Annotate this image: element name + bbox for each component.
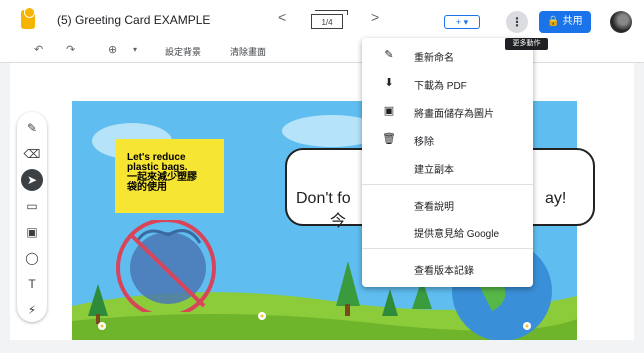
laser-icon[interactable]: ⚡ — [17, 300, 47, 320]
menu-item-remove[interactable]: 🗑 移除 — [362, 128, 533, 150]
sticky-note-text: Let's reduce plastic bags. 一起來減少塑膠 袋的使用 — [127, 152, 197, 193]
sticky-note-icon[interactable]: ▭ — [17, 196, 47, 216]
speech-bubble-text: Don't fo — [296, 190, 351, 207]
menu-item-help[interactable]: 查看說明 — [362, 193, 533, 215]
document-title[interactable]: (5) Greeting Card EXAMPLE — [57, 13, 210, 27]
more-actions-tooltip: 更多動作 — [505, 38, 548, 50]
menu-item-label: 查看版本記錄 — [414, 266, 474, 277]
menu-item-label: 移除 — [414, 137, 434, 148]
page-indicator[interactable]: 1/4 — [311, 10, 348, 29]
menu-divider — [362, 248, 533, 249]
menu-item-download-pdf[interactable]: ⬇ 下載為 PDF — [362, 72, 533, 94]
jamboard-logo-icon — [21, 7, 35, 29]
menu-item-label: 查看說明 — [414, 202, 454, 213]
tool-palette: ✎ ⌫ ➤ ▭ ▣ ◯ T ⚡ — [17, 112, 47, 322]
image-icon: ▣ — [383, 105, 395, 117]
text-box-icon[interactable]: T — [17, 274, 47, 294]
menu-item-save-image[interactable]: ▣ 將畫面儲存為圖片 — [362, 100, 533, 122]
set-background-button[interactable]: 設定背景 — [165, 45, 201, 58]
zoom-icon[interactable]: ⊕ — [108, 43, 117, 56]
image-icon[interactable]: ▣ — [17, 222, 47, 242]
add-frame-button[interactable]: + ▾ — [444, 15, 480, 29]
page-footer — [0, 340, 644, 353]
next-page-button[interactable]: > — [371, 9, 379, 25]
menu-divider — [362, 184, 533, 185]
speech-bubble-text-chinese: 今 — [330, 213, 347, 230]
menu-item-label: 將畫面儲存為圖片 — [414, 109, 494, 120]
menu-item-make-copy[interactable]: 建立副本 — [362, 156, 533, 178]
redo-icon[interactable]: ↷ — [66, 43, 75, 56]
menu-item-label: 建立副本 — [414, 165, 454, 176]
pen-icon[interactable]: ✎ — [17, 118, 47, 138]
download-icon: ⬇ — [384, 77, 394, 89]
plastic-bag-image[interactable] — [108, 220, 223, 312]
avatar[interactable] — [610, 11, 632, 33]
menu-item-label: 重新命名 — [414, 53, 454, 64]
sticky-note[interactable]: Let's reduce plastic bags. 一起來減少塑膠 袋的使用 — [115, 139, 224, 213]
speech-bubble-text-end: ay! — [545, 190, 567, 207]
menu-item-label: 提供意見給 Google — [414, 229, 500, 240]
pencil-icon: ✎ — [384, 49, 394, 61]
previous-page-button[interactable]: < — [278, 9, 286, 25]
more-actions-menu: ✎ 重新命名 ⬇ 下載為 PDF ▣ 將畫面儲存為圖片 🗑 移除 建立副本 查看… — [362, 38, 533, 287]
select-icon[interactable]: ➤ — [21, 169, 43, 191]
zoom-dropdown-icon[interactable]: ▾ — [133, 45, 137, 54]
shape-icon[interactable]: ◯ — [17, 248, 47, 268]
menu-item-version-history[interactable]: 查看版本記錄 — [362, 257, 533, 279]
clear-page-button[interactable]: 清除畫面 — [230, 45, 266, 58]
trash-icon: 🗑 — [382, 133, 396, 145]
share-button[interactable]: 🔒 共用 — [539, 11, 591, 33]
eraser-icon[interactable]: ⌫ — [17, 144, 47, 164]
more-actions-button[interactable]: ⋮ — [506, 11, 528, 33]
menu-item-feedback[interactable]: 提供意見給 Google — [362, 220, 533, 242]
menu-item-label: 下載為 PDF — [414, 81, 467, 92]
undo-icon[interactable]: ↶ — [34, 43, 43, 56]
top-app-bar: (5) Greeting Card EXAMPLE < 1/4 > + ▾ ⋮ … — [0, 0, 644, 38]
